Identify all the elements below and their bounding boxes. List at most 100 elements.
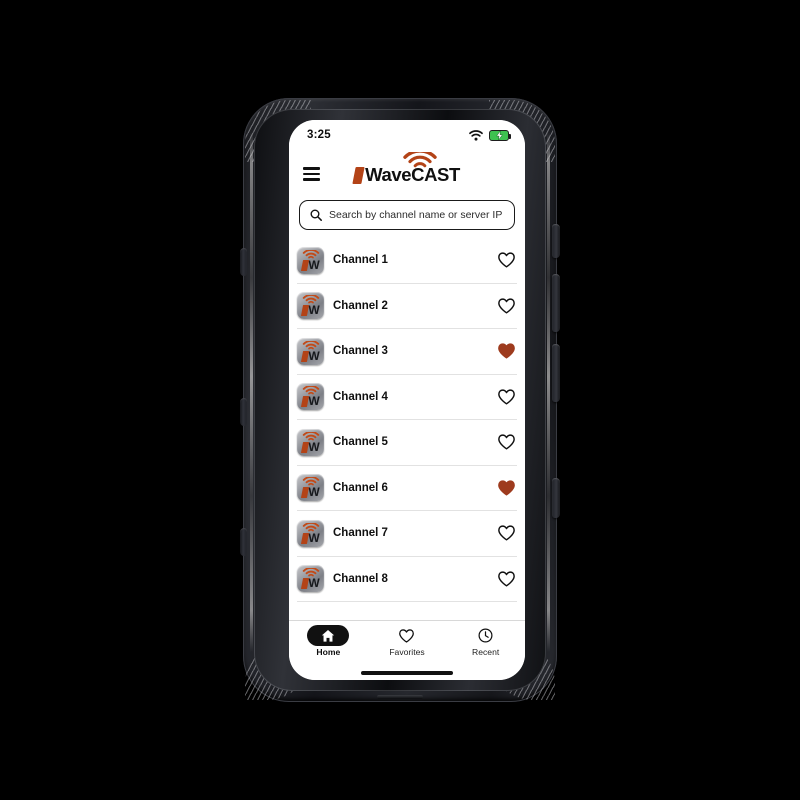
wifi-arc-icon — [302, 522, 319, 532]
heart-icon — [497, 343, 515, 359]
channel-name: Channel 6 — [333, 481, 388, 494]
channel-name: Channel 8 — [333, 572, 388, 585]
wifi-arc-icon — [302, 477, 319, 486]
heart-icon — [497, 389, 515, 405]
favorite-icon-filled[interactable] — [495, 340, 517, 362]
charging-bolt-icon — [495, 130, 503, 140]
nav-active-pill — [307, 625, 350, 646]
app-logo: WaveCAST — [289, 152, 525, 186]
channel-name: Channel 7 — [333, 527, 388, 540]
case-edge-right — [547, 132, 550, 652]
wavecast-app-icon: W — [297, 428, 324, 456]
case-bottom-port — [377, 695, 423, 699]
heart-icon — [497, 298, 515, 314]
channel-row[interactable]: W Channel 1 — [297, 238, 517, 284]
phone-case: 3:25 WaveCAST Search by channel name or … — [240, 98, 560, 702]
wifi-arc-icon — [302, 295, 319, 304]
channel-list: W Channel 1 W Channel 2 W Channel 3 W Channel 4… — [289, 238, 525, 620]
case-button-bump-left-3 — [240, 528, 247, 556]
wavecast-app-icon: W — [297, 474, 324, 502]
app-header: WaveCAST — [289, 150, 525, 198]
logo-letter-w: W — [308, 576, 320, 591]
case-edge-left — [250, 132, 253, 652]
clock-icon — [478, 628, 493, 643]
channel-name: Channel 3 — [333, 345, 388, 358]
wifi-arc-icon — [302, 568, 319, 577]
heart-icon — [497, 434, 515, 450]
heart-icon — [399, 628, 415, 643]
nav-item-home[interactable]: Home — [295, 625, 361, 657]
search-placeholder: Search by channel name or server IP — [329, 209, 503, 221]
heart-icon — [497, 571, 515, 587]
channel-row[interactable]: W Channel 3 — [297, 329, 517, 375]
channel-row[interactable]: W Channel 5 — [297, 420, 517, 466]
home-indicator — [289, 666, 525, 680]
home-icon — [322, 629, 335, 642]
nav-item-label: Home — [316, 647, 341, 657]
heart-icon — [497, 525, 515, 541]
wifi-arc-icon — [302, 386, 319, 395]
favorite-icon-outline[interactable] — [495, 431, 517, 453]
bottom-navigation-bar: Home Favorites Recent — [289, 620, 525, 666]
favorite-icon-outline[interactable] — [495, 386, 517, 408]
status-bar-time: 3:25 — [307, 129, 331, 141]
logo-letter-w: W — [308, 303, 320, 318]
case-button-bump-left-2 — [240, 398, 247, 426]
heart-icon — [497, 252, 515, 268]
case-button-bump-4 — [552, 478, 560, 518]
search-bar-container: Search by channel name or server IP — [289, 198, 525, 238]
case-button-bump-2 — [552, 274, 560, 332]
status-bar: 3:25 — [289, 120, 525, 150]
logo-letter-w: W — [308, 439, 320, 454]
logo-letter-w: W — [308, 257, 320, 272]
channel-row[interactable]: W Channel 6 — [297, 466, 517, 511]
nav-icon-wrap — [465, 625, 507, 646]
nav-icon-wrap — [386, 625, 428, 646]
wavecast-app-icon: W — [297, 383, 324, 411]
favorite-icon-outline[interactable] — [495, 568, 517, 590]
logo-letter-w: W — [308, 485, 320, 500]
status-bar-indicators — [469, 129, 512, 141]
channel-row[interactable]: W Channel 8 — [297, 557, 517, 602]
screenshot-stage: 3:25 WaveCAST Search by channel name or … — [0, 0, 800, 800]
case-button-bump-3 — [552, 344, 560, 402]
wifi-icon — [469, 129, 483, 141]
logo-slant-mark — [352, 166, 365, 184]
favorite-icon-outline[interactable] — [495, 522, 517, 544]
case-button-bump-1 — [552, 224, 560, 258]
favorite-icon-filled[interactable] — [495, 477, 517, 499]
wavecast-app-icon: W — [297, 246, 324, 274]
phone-screen: 3:25 WaveCAST Search by channel name or … — [289, 120, 525, 680]
wavecast-app-icon: W — [297, 292, 324, 320]
wifi-arc-icon — [302, 340, 319, 350]
nav-item-label: Recent — [472, 647, 500, 657]
logo-letter-w: W — [308, 530, 320, 545]
channel-row[interactable]: W Channel 7 — [297, 511, 517, 557]
nav-item-recent[interactable]: Recent — [453, 625, 519, 657]
wifi-arc-icon — [302, 431, 319, 441]
channel-name: Channel 4 — [333, 390, 388, 403]
wifi-arc-icon — [302, 249, 319, 259]
channel-row[interactable]: W Channel 4 — [297, 375, 517, 420]
channel-name: Channel 5 — [333, 436, 388, 449]
logo-letter-w: W — [308, 348, 320, 363]
hamburger-menu-icon[interactable] — [303, 167, 320, 181]
favorite-icon-outline[interactable] — [495, 295, 517, 317]
favorite-icon-outline[interactable] — [495, 249, 517, 271]
wavecast-app-icon: W — [297, 337, 324, 365]
search-input[interactable]: Search by channel name or server IP — [299, 200, 515, 230]
channel-name: Channel 2 — [333, 299, 388, 312]
heart-icon — [497, 480, 515, 496]
nav-item-label: Favorites — [389, 647, 425, 657]
search-icon — [310, 209, 322, 221]
nav-item-favorites[interactable]: Favorites — [374, 625, 440, 657]
wavecast-app-icon: W — [297, 519, 324, 547]
wifi-arc-icon — [403, 152, 437, 168]
wavecast-app-icon: W — [297, 565, 324, 593]
battery-charging-icon — [489, 129, 512, 141]
channel-row[interactable]: W Channel 2 — [297, 284, 517, 329]
channel-name: Channel 1 — [333, 254, 388, 267]
logo-letter-w: W — [308, 394, 320, 409]
case-button-bump-left-1 — [240, 248, 247, 276]
app-brand-name: WaveCAST — [365, 164, 460, 185]
